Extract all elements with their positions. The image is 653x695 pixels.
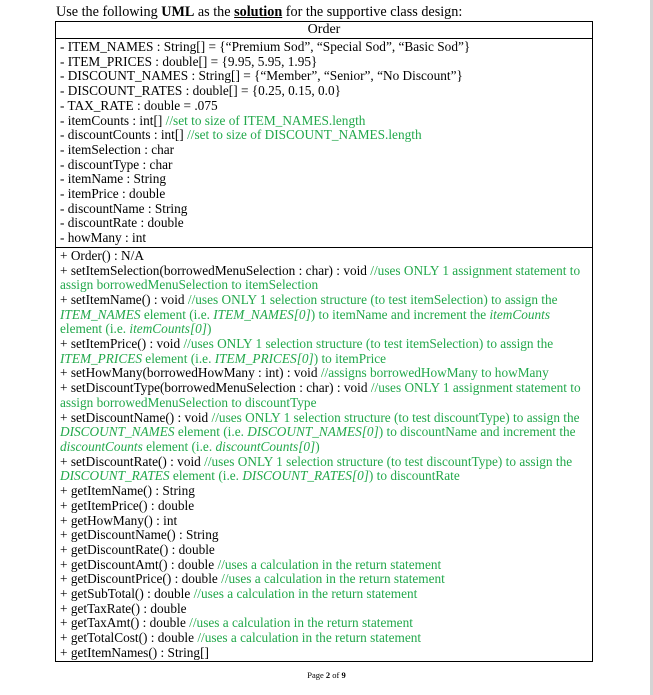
uml-methods: + Order() : N/A + setItemSelection(borro… — [56, 248, 592, 661]
attribute-comment: //set to size of DISCOUNT_NAMES.length — [187, 127, 422, 143]
attribute: - discountName : String — [60, 200, 188, 216]
method: + setDiscountName() : void //uses ONLY 1… — [60, 409, 580, 454]
method-comment: //uses a calculation in the return state… — [217, 556, 442, 572]
method: + getTaxAmt() : double //uses a calculat… — [60, 615, 413, 631]
method: + setDiscountType(borrowedMenuSelection … — [60, 380, 581, 410]
attribute: - DISCOUNT_NAMES : String[] = {“Member”,… — [60, 68, 463, 84]
intro-text: Use the following UML as the solution fo… — [56, 4, 462, 20]
method: + getSubTotal() : double //uses a calcul… — [60, 586, 418, 602]
attribute: - TAX_RATE : double = .075 — [60, 97, 218, 113]
method: + setItemSelection(borrowedMenuSelection… — [60, 262, 581, 293]
method: + setHowMany(borrowedHowMany : int) : vo… — [60, 365, 549, 381]
method-comment: //uses a calculation in the return state… — [221, 571, 445, 587]
attribute: - ITEM_NAMES : String[] = {“Premium Sod”… — [60, 39, 471, 54]
attribute: - ITEM_PRICES : double[] = {9.95, 5.95, … — [60, 53, 318, 69]
intro-uml: UML — [161, 4, 195, 20]
uml-attributes: - ITEM_NAMES : String[] = {“Premium Sod”… — [56, 39, 592, 248]
method: + getItemName() : String — [60, 483, 195, 499]
attribute: - howMany : int — [60, 230, 147, 246]
attribute: - itemSelection : char — [60, 141, 175, 157]
uml-class-name: Order — [56, 22, 592, 39]
attribute: - itemCounts : int[] //set to size of IT… — [60, 112, 366, 128]
attribute: - discountType : char — [60, 156, 173, 172]
attribute: - DISCOUNT_RATES : double[] = {0.25, 0.1… — [60, 83, 342, 99]
method: + setItemPrice() : void //uses ONLY 1 se… — [60, 336, 554, 366]
method-comment: //uses a calculation in the return state… — [197, 630, 422, 646]
method-comment: //uses a calculation in the return state… — [189, 615, 413, 631]
attribute: - itemPrice : double — [60, 186, 166, 202]
method: + getDiscountAmt() : double //uses a cal… — [60, 556, 442, 572]
method: + getHowMany() : int — [60, 512, 178, 528]
method-comment: //assigns borrowedHowMany to howMany — [320, 365, 549, 381]
method: + getDiscountName() : String — [60, 527, 219, 543]
uml-class-diagram: Order - ITEM_NAMES : String[] = {“Premiu… — [55, 21, 593, 662]
method: + getDiscountRate() : double — [60, 541, 215, 557]
method: + getDiscountPrice() : double //uses a c… — [60, 571, 445, 587]
intro-middle: as the — [194, 4, 235, 20]
attribute: - discountCounts : int[] //set to size o… — [60, 127, 422, 143]
method: + setItemName() : void //uses ONLY 1 sel… — [60, 291, 558, 337]
page-footer: Page 2 of 9 — [307, 670, 346, 680]
method: + getTotalCost() : double //uses a calcu… — [60, 630, 422, 646]
attribute: - discountRate : double — [60, 215, 184, 231]
intro-after: for the supportive class design: — [282, 4, 463, 20]
method: + Order() : N/A — [60, 247, 144, 263]
method: + setDiscountRate() : void //uses ONLY 1… — [60, 453, 573, 484]
method: + getItemNames() : String[] — [60, 644, 209, 660]
intro-solution: solution — [234, 4, 283, 20]
attribute-comment: //set to size of ITEM_NAMES.length — [165, 112, 366, 128]
method: + getTaxRate() : double — [60, 600, 187, 616]
attribute: - itemName : String — [60, 171, 166, 187]
method: + getItemPrice() : double — [60, 497, 195, 513]
method-comment: //uses a calculation in the return state… — [193, 586, 418, 602]
intro-before: Use the following — [56, 4, 162, 20]
